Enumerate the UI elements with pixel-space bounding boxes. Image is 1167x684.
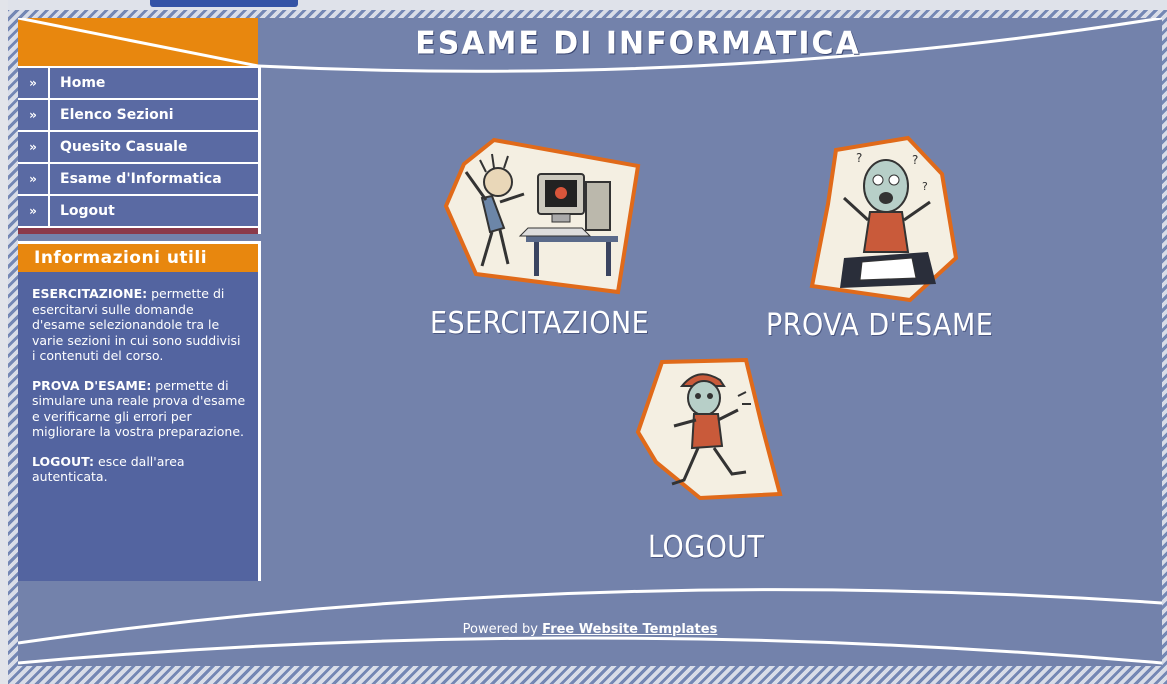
top-bar	[0, 0, 1167, 10]
info-panel: Informazioni utili ESERCITAZIONE: permet…	[18, 241, 261, 581]
nav-item-quesito-casuale[interactable]: » Quesito Casuale	[18, 132, 258, 164]
footer: Powered by Free Website Templates	[18, 622, 1162, 637]
nav-item-label: Esame d'Informatica	[60, 171, 222, 187]
info-body: ESERCITAZIONE: permette di esercitarvi s…	[18, 272, 258, 485]
prova-esame-link[interactable]: ? ? ?	[804, 134, 964, 308]
double-chevron-icon: »	[18, 100, 50, 130]
esercitazione-link[interactable]	[442, 136, 642, 296]
info-term: LOGOUT:	[32, 453, 95, 469]
prova-esame-label[interactable]: PROVA D'ESAME	[766, 308, 993, 343]
esercitazione-label[interactable]: ESERCITAZIONE	[430, 306, 649, 341]
double-chevron-icon: »	[18, 196, 50, 226]
site-title: ESAME DI INFORMATICA	[415, 25, 861, 62]
info-paragraph: ESERCITAZIONE: permette di esercitarvi s…	[32, 286, 246, 364]
footer-link[interactable]: Free Website Templates	[542, 622, 717, 637]
page: ESAME DI INFORMATICA » Home » Elenco Sez…	[18, 18, 1162, 666]
logout-label[interactable]: LOGOUT	[648, 530, 764, 565]
nav-item-home[interactable]: » Home	[18, 68, 258, 100]
frustrated-computer-user-icon	[443, 137, 641, 295]
nav-item-label: Elenco Sezioni	[60, 107, 174, 123]
nav-item-label: Quesito Casuale	[60, 139, 188, 155]
nav-item-label: Home	[60, 75, 106, 91]
info-term: ESERCITAZIONE:	[32, 286, 148, 301]
svg-text:?: ?	[856, 151, 862, 165]
nav-item-esame-informatica[interactable]: » Esame d'Informatica	[18, 164, 258, 196]
double-chevron-icon: »	[18, 132, 50, 162]
info-paragraph: LOGOUT: esce dall'area autenticata.	[32, 454, 246, 485]
double-chevron-icon: »	[18, 164, 50, 194]
nav-item-label: Logout	[60, 203, 115, 219]
main-nav: » Home » Elenco Sezioni » Quesito Casual…	[18, 66, 261, 234]
info-title: Informazioni utili	[18, 244, 258, 272]
svg-text:?: ?	[922, 180, 928, 193]
logout-link[interactable]	[634, 356, 784, 506]
info-term: PROVA D'ESAME:	[32, 377, 152, 393]
running-man-icon	[635, 357, 783, 501]
double-chevron-icon: »	[18, 68, 50, 98]
confused-exam-taker-icon: ? ? ?	[809, 135, 959, 303]
info-paragraph: PROVA D'ESAME: permette di simulare una …	[32, 378, 246, 440]
footer-prefix: Powered by	[462, 622, 543, 637]
nav-divider	[18, 228, 258, 234]
nav-item-logout[interactable]: » Logout	[18, 196, 258, 228]
svg-text:?: ?	[912, 153, 918, 167]
nav-item-elenco-sezioni[interactable]: » Elenco Sezioni	[18, 100, 258, 132]
